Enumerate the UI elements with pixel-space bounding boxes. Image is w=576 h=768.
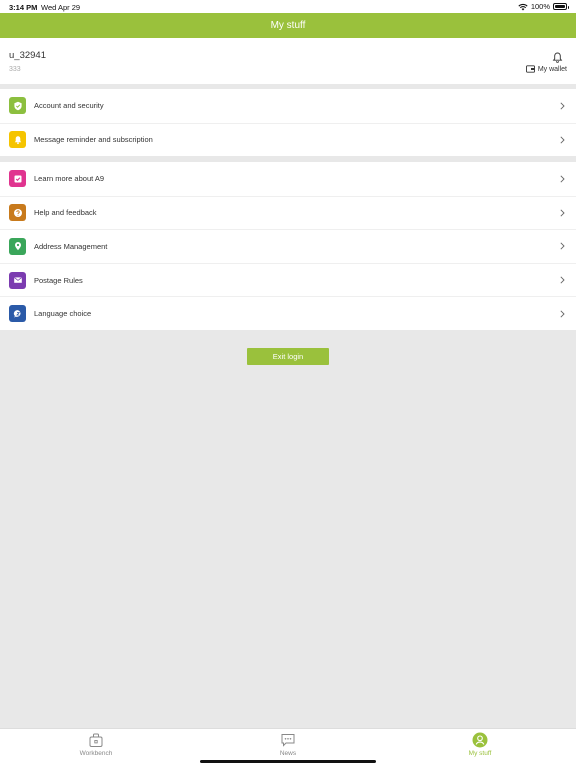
tab-workbench[interactable]: Workbench — [66, 732, 126, 757]
profile-section[interactable]: u_32941 333 My wallet — [0, 38, 576, 84]
status-bar: 3:14 PM Wed Apr 29 100% — [0, 0, 576, 13]
chevron-right-icon — [560, 175, 565, 183]
message-icon — [280, 732, 296, 750]
chevron-right-icon — [560, 102, 565, 110]
battery-icon — [553, 3, 569, 10]
menu-item-label: Address Management — [34, 241, 108, 251]
person-icon — [472, 732, 488, 750]
checkbox-icon — [9, 170, 26, 188]
notification-bell-icon[interactable] — [552, 50, 563, 63]
tab-label: Workbench — [79, 750, 113, 757]
tab-label: News — [279, 750, 297, 757]
chevron-right-icon — [560, 209, 565, 217]
tab-label: My stuff — [468, 750, 492, 757]
status-time: 3:14 PM — [9, 3, 38, 12]
user-id: 333 — [9, 66, 21, 73]
status-indicators: 100% — [518, 2, 569, 11]
menu-item-label: Account and security — [34, 101, 104, 111]
chevron-right-icon — [560, 310, 565, 318]
wallet-icon — [525, 65, 535, 73]
chevron-right-icon — [560, 276, 565, 284]
chevron-right-icon — [560, 136, 565, 144]
nav-bar: My stuff — [0, 13, 576, 38]
menu-item-message-reminder[interactable]: Message reminder and subscription — [0, 122, 576, 157]
mail-icon — [9, 271, 26, 289]
page-title: My stuff — [270, 20, 306, 31]
battery-percent: 100% — [530, 2, 550, 11]
wallet-link[interactable]: My wallet — [525, 65, 567, 73]
tab-my-stuff[interactable]: My stuff — [450, 732, 510, 757]
home-indicator[interactable] — [200, 760, 376, 763]
chevron-right-icon — [560, 242, 565, 251]
status-date: Wed Apr 29 — [41, 3, 81, 12]
menu-item-language-choice[interactable]: Language choice — [0, 296, 576, 330]
menu-item-label: Help and feedback — [34, 208, 97, 218]
wallet-label: My wallet — [537, 65, 567, 73]
menu-item-label: Learn more about A9 — [34, 174, 105, 184]
menu-item-postage-rules[interactable]: Postage Rules — [0, 262, 576, 297]
menu-item-help-feedback[interactable]: Help and feedback — [0, 195, 576, 230]
settings-menu-group: Account and security Message reminder an… — [0, 89, 576, 156]
menu-item-address-management[interactable]: Address Management — [0, 229, 576, 263]
briefcase-icon — [88, 732, 104, 750]
bell-icon — [9, 131, 26, 149]
wifi-icon — [518, 3, 528, 11]
info-menu-group: Learn more about A9 Help and feedback Ad… — [0, 162, 576, 330]
username: u_32941 — [9, 50, 46, 61]
menu-item-account-security[interactable]: Account and security — [0, 89, 576, 123]
location-pin-icon — [9, 237, 26, 255]
menu-item-label: Language choice — [34, 309, 92, 319]
tab-news[interactable]: News — [258, 732, 318, 757]
shield-icon — [9, 97, 26, 115]
battery-fill — [555, 5, 565, 8]
question-icon — [9, 204, 26, 222]
menu-item-label: Message reminder and subscription — [34, 135, 153, 145]
menu-item-label: Postage Rules — [34, 275, 83, 285]
exit-login-button[interactable]: Exit login — [247, 348, 329, 365]
menu-item-learn-more[interactable]: Learn more about A9 — [0, 162, 576, 196]
chat-bubble-icon — [9, 305, 26, 323]
